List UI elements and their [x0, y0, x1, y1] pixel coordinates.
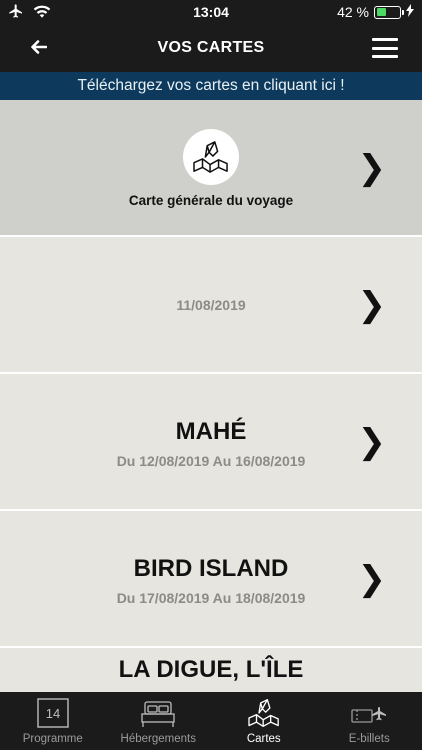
map-icon [183, 129, 239, 185]
tab-label: Cartes [246, 733, 281, 745]
map-card[interactable]: BIRD ISLAND Du 17/08/2019 Au 18/08/2019 … [0, 511, 422, 646]
map-card[interactable]: MAHÉ Du 12/08/2019 Au 16/08/2019 ❯ [0, 374, 422, 509]
tab-label: Hébergements [120, 733, 196, 745]
tab-label: E-billets [348, 733, 390, 745]
arrow-left-icon [31, 39, 48, 59]
tab-hebergements[interactable]: Hébergements [106, 692, 212, 750]
tab-programme[interactable]: 14 Programme [0, 692, 106, 750]
chevron-right-icon: ❯ [357, 421, 387, 462]
calendar-badge: 14 [46, 706, 60, 721]
back-button[interactable] [26, 36, 52, 62]
maps-list: Carte générale du voyage ❯ 11/08/2019 ❯ … [0, 100, 422, 692]
calendar-icon: 14 [37, 698, 69, 728]
ticket-plane-icon [351, 707, 387, 723]
battery-icon [374, 5, 404, 19]
chevron-right-icon: ❯ [357, 558, 387, 599]
map-icon [248, 699, 279, 727]
tab-label: Programme [22, 733, 83, 745]
menu-button[interactable] [372, 38, 398, 58]
map-card-title: LA DIGUE, L'ÎLE [118, 656, 304, 683]
status-bar: 13:04 42 % [0, 0, 422, 24]
battery-percentage: 42 % [337, 4, 369, 20]
page-title: VOS CARTES [157, 39, 265, 56]
map-card[interactable]: 11/08/2019 ❯ [0, 237, 422, 372]
hamburger-menu-icon [372, 38, 398, 41]
status-right: 42 % [337, 4, 414, 20]
chevron-right-icon: ❯ [357, 284, 387, 325]
tab-cartes[interactable]: Cartes [211, 692, 317, 750]
chevron-right-icon: ❯ [357, 147, 387, 188]
charging-icon [406, 4, 414, 20]
download-maps-banner[interactable]: Téléchargez vos cartes en cliquant ici ! [0, 72, 422, 100]
tab-ebillets[interactable]: E-billets [317, 692, 422, 750]
map-card-label: Carte générale du voyage [128, 193, 294, 208]
map-card-general[interactable]: Carte générale du voyage ❯ [0, 100, 422, 235]
map-card[interactable]: LA DIGUE, L'ÎLE [0, 648, 422, 692]
bottom-tab-bar: 14 Programme Hébergements Cartes E-bille… [0, 692, 422, 750]
battery-level [376, 8, 386, 16]
app-header: VOS CARTES [0, 24, 422, 72]
bed-icon [141, 701, 175, 727]
